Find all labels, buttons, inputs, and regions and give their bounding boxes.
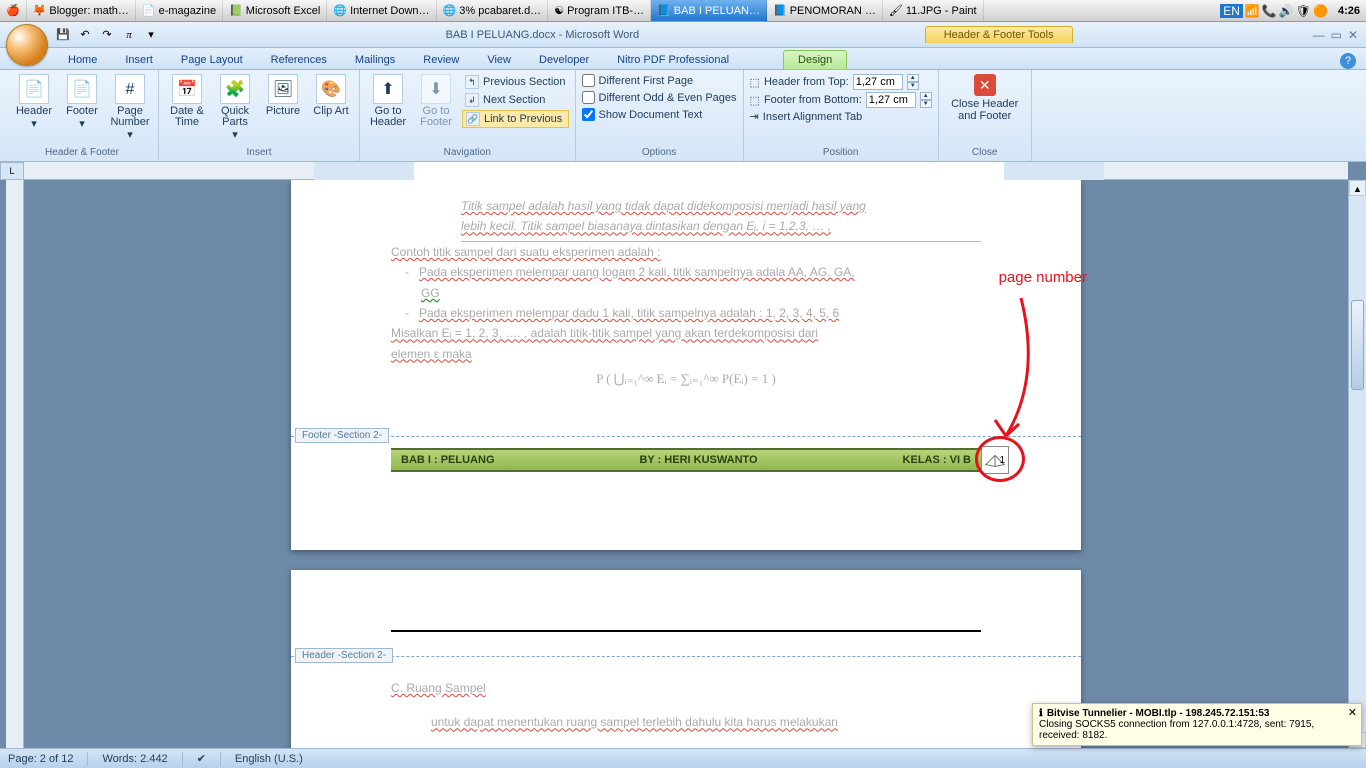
clipart-button[interactable]: 🎨Clip Art bbox=[309, 74, 353, 117]
vertical-ruler[interactable] bbox=[6, 180, 24, 748]
next-section-button[interactable]: ↲Next Section bbox=[462, 92, 569, 108]
date-time-button[interactable]: 📅Date & Time bbox=[165, 74, 209, 128]
taskbar-item-active[interactable]: 📘 BAB I PELUAN… bbox=[651, 0, 767, 21]
diff-first-page-checkbox[interactable]: Different First Page bbox=[582, 74, 737, 87]
horizontal-ruler[interactable] bbox=[24, 162, 1348, 180]
taskbar-item[interactable]: 📘 PENOMORAN … bbox=[767, 0, 883, 21]
notification-toast[interactable]: ✕ ℹBitvise Tunnelier - MOBI.tlp - 198.24… bbox=[1032, 703, 1362, 746]
status-bar: Page: 2 of 12 Words: 2.442 ✔ English (U.… bbox=[0, 748, 1366, 768]
annotation-text: page number bbox=[999, 270, 1087, 287]
tab-design[interactable]: Design bbox=[783, 50, 847, 69]
taskbar-item[interactable]: 📗 Microsoft Excel bbox=[223, 0, 327, 21]
quick-access-toolbar: 💾 ↶ ↷ π ▾ bbox=[54, 26, 160, 44]
scrollbar-thumb[interactable] bbox=[1351, 300, 1364, 390]
qat-more-icon[interactable]: ▾ bbox=[142, 26, 160, 44]
taskbar-item[interactable]: 🦊 Blogger: math… bbox=[27, 0, 136, 21]
tab-insert[interactable]: Insert bbox=[111, 51, 167, 69]
undo-icon[interactable]: ↶ bbox=[76, 26, 94, 44]
annotation-arrow bbox=[971, 298, 1051, 448]
picture-button[interactable]: 🖼Picture bbox=[261, 74, 305, 117]
document-area: L ▲ ▼ Titik sampel adalah hasil yang tid… bbox=[0, 162, 1366, 748]
header-from-top-input[interactable] bbox=[853, 74, 903, 90]
info-icon: ℹ bbox=[1039, 708, 1043, 719]
office-button[interactable] bbox=[6, 24, 48, 66]
page-number-button[interactable]: #Page Number▾ bbox=[108, 74, 152, 141]
vertical-scrollbar[interactable]: ▲ ▼ bbox=[1348, 180, 1366, 748]
group-header-footer: 📄Header▾ 📄Footer▾ #Page Number▾ Header &… bbox=[6, 70, 159, 161]
tab-home[interactable]: Home bbox=[54, 51, 111, 69]
group-close: ✕Close Header and Footer Close bbox=[939, 70, 1032, 161]
qat-equation-icon[interactable]: π bbox=[120, 26, 138, 44]
goto-footer-button[interactable]: ⬇Go to Footer bbox=[414, 74, 458, 128]
footer-from-bottom-input[interactable] bbox=[866, 92, 916, 108]
group-navigation: ⬆Go to Header ⬇Go to Footer ↰Previous Se… bbox=[360, 70, 576, 161]
footer-button[interactable]: 📄Footer▾ bbox=[60, 74, 104, 130]
title-bar: 💾 ↶ ↷ π ▾ BAB I PELUANG.docx - Microsoft… bbox=[0, 22, 1366, 48]
group-position: ⬚Header from Top:▲▼ ⬚Footer from Bottom:… bbox=[744, 70, 939, 161]
group-insert: 📅Date & Time 🧩Quick Parts▾ 🖼Picture 🎨Cli… bbox=[159, 70, 360, 161]
taskbar-item[interactable]: 🌐 3% pcabaret.d… bbox=[437, 0, 549, 21]
lang-indicator[interactable]: EN bbox=[1220, 4, 1243, 18]
redo-icon[interactable]: ↷ bbox=[98, 26, 116, 44]
quick-parts-button[interactable]: 🧩Quick Parts▾ bbox=[213, 74, 257, 141]
header-section-label: Header -Section 2- bbox=[295, 648, 393, 663]
tab-page-layout[interactable]: Page Layout bbox=[167, 51, 257, 69]
taskbar-item[interactable]: 🌐 Internet Down… bbox=[327, 0, 436, 21]
save-icon[interactable]: 💾 bbox=[54, 26, 72, 44]
link-previous-button[interactable]: 🔗Link to Previous bbox=[462, 110, 569, 128]
document-page[interactable]: Header -Section 2- C. Ruang Sampel untuk… bbox=[291, 570, 1081, 748]
footer-section-label: Footer -Section 2- bbox=[295, 428, 389, 443]
ruler-toggle[interactable]: L bbox=[0, 162, 24, 180]
close-header-footer-button[interactable]: ✕Close Header and Footer bbox=[945, 74, 1025, 122]
ribbon-tabs: Home Insert Page Layout References Maili… bbox=[0, 48, 1366, 70]
status-language[interactable]: English (U.S.) bbox=[235, 753, 303, 765]
header-button[interactable]: 📄Header▾ bbox=[12, 74, 56, 130]
window-title: BAB I PELUANG.docx - Microsoft Word bbox=[160, 29, 925, 41]
tab-view[interactable]: View bbox=[473, 51, 525, 69]
document-page[interactable]: Titik sampel adalah hasil yang tidak dap… bbox=[291, 180, 1081, 550]
tab-references[interactable]: References bbox=[257, 51, 341, 69]
diff-odd-even-checkbox[interactable]: Different Odd & Even Pages bbox=[582, 91, 737, 104]
tab-nitro[interactable]: Nitro PDF Professional bbox=[603, 51, 743, 69]
minimize-button[interactable]: — bbox=[1313, 28, 1325, 42]
clock: 4:26 bbox=[1332, 5, 1366, 17]
help-icon[interactable]: ? bbox=[1340, 53, 1356, 69]
annotation-circle bbox=[975, 436, 1025, 482]
close-button[interactable]: ✕ bbox=[1348, 28, 1358, 42]
show-doc-text-checkbox[interactable]: Show Document Text bbox=[582, 108, 737, 121]
insert-alignment-tab-button[interactable]: ⇥Insert Alignment Tab bbox=[750, 110, 932, 123]
taskbar-item[interactable]: ☯ Program ITB-… bbox=[548, 0, 651, 21]
equation: P ( ⋃ᵢ₌₁^∞ Eᵢ = ∑ᵢ₌₁^∞ P(Eᵢ) = 1 ) bbox=[391, 368, 981, 390]
ribbon: 📄Header▾ 📄Footer▾ #Page Number▾ Header &… bbox=[0, 70, 1366, 162]
os-taskbar: 🍎 🦊 Blogger: math… 📄 e-magazine 📗 Micros… bbox=[0, 0, 1366, 22]
footer-content[interactable]: BAB I : PELUANG BY : HERI KUSWANTO KELAS… bbox=[391, 448, 981, 472]
previous-section-button[interactable]: ↰Previous Section bbox=[462, 74, 569, 90]
toast-close-icon[interactable]: ✕ bbox=[1348, 706, 1357, 719]
taskbar-item[interactable]: 📄 e-magazine bbox=[136, 0, 223, 21]
goto-header-button[interactable]: ⬆Go to Header bbox=[366, 74, 410, 128]
tab-review[interactable]: Review bbox=[409, 51, 473, 69]
tab-developer[interactable]: Developer bbox=[525, 51, 603, 69]
status-words[interactable]: Words: 2.442 bbox=[102, 753, 167, 765]
status-page[interactable]: Page: 2 of 12 bbox=[8, 753, 73, 765]
tab-mailings[interactable]: Mailings bbox=[341, 51, 409, 69]
contextual-tab-label: Header & Footer Tools bbox=[925, 26, 1073, 43]
status-proofing-icon[interactable]: ✔ bbox=[197, 752, 206, 765]
taskbar-item[interactable]: 🖌 11.JPG - Paint bbox=[883, 0, 984, 21]
group-options: Different First Page Different Odd & Eve… bbox=[576, 70, 744, 161]
apple-menu[interactable]: 🍎 bbox=[0, 0, 27, 21]
maximize-button[interactable]: ▭ bbox=[1331, 28, 1342, 42]
system-tray[interactable]: EN 📶📞🔊🛡🟠 bbox=[1216, 4, 1332, 18]
